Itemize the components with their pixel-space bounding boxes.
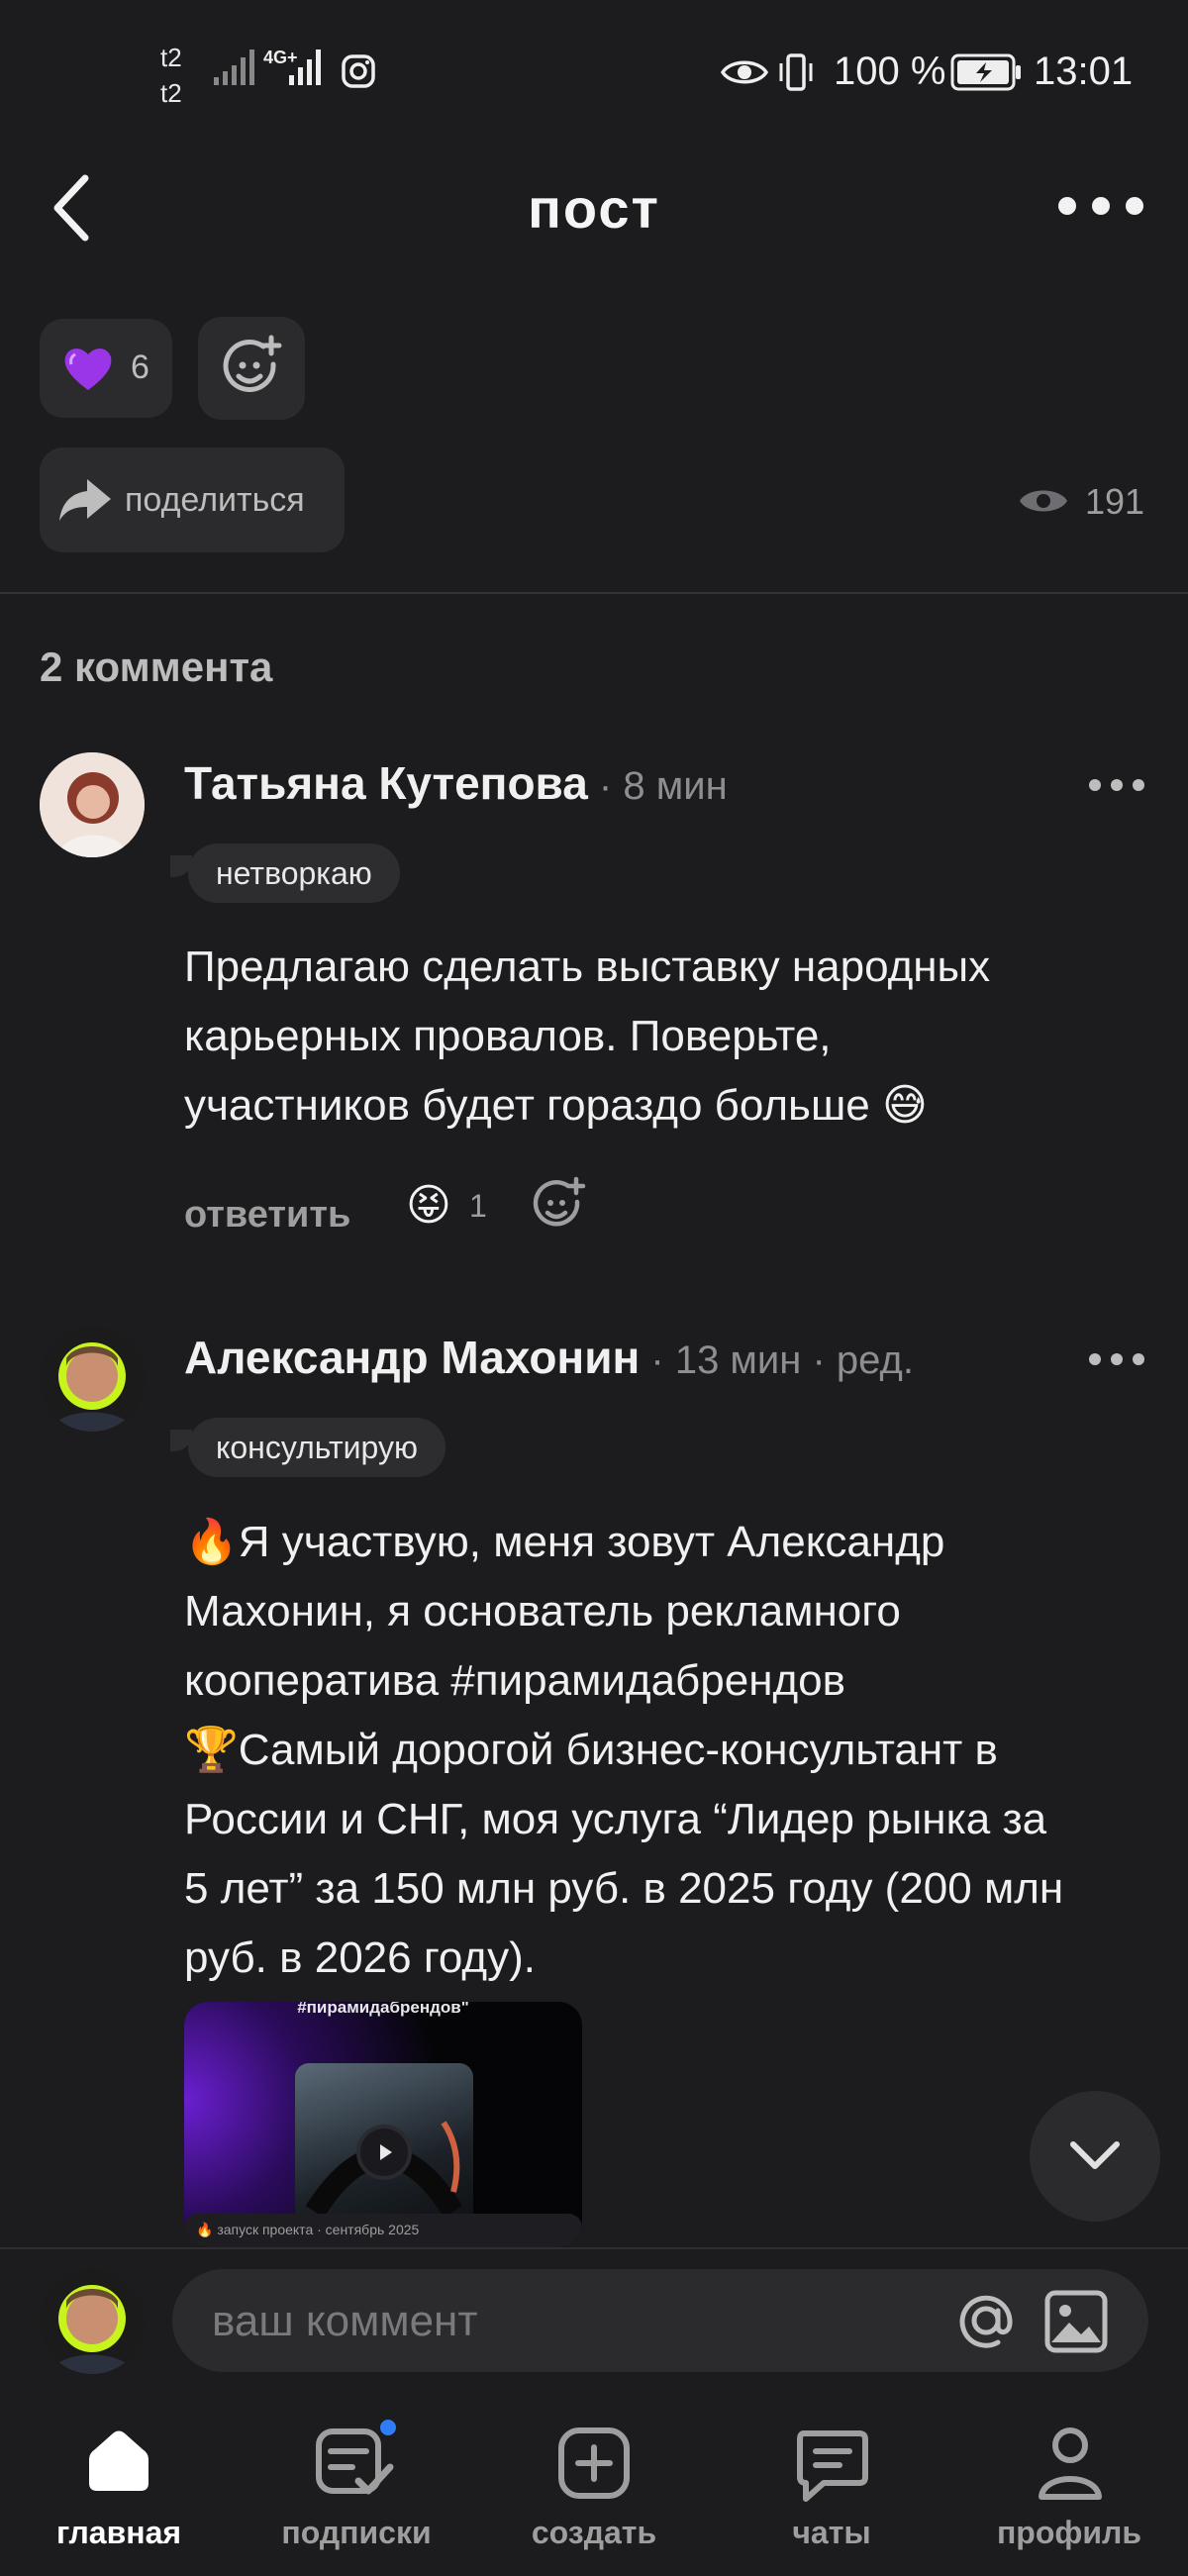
mention-icon[interactable] <box>954 2289 1018 2352</box>
image-caption-top: #пирамидабрендов" <box>297 2002 469 2017</box>
comment-line: 5 лет” за 150 млн руб. в 2025 году (200 … <box>184 1864 1064 1913</box>
views-eye-icon <box>1020 490 1067 512</box>
my-avatar[interactable] <box>40 2269 145 2374</box>
comment-more-button[interactable] <box>1085 1344 1148 1374</box>
comment-line: участников будет гораздо больше 😅 <box>184 1081 928 1130</box>
carrier-1: t2 <box>160 43 182 72</box>
add-reaction-button[interactable] <box>198 317 305 420</box>
comment-time: · 8 мин <box>587 764 728 808</box>
more-horizontal-icon <box>1089 1353 1144 1365</box>
comment-input[interactable]: ваш коммент <box>172 2269 1148 2372</box>
add-emoji-icon[interactable] <box>531 1176 588 1234</box>
comment-time: · 13 мин · ред. <box>640 1338 914 1382</box>
comment-reaction-button[interactable]: 😝 1 <box>406 1176 505 1236</box>
reaction-count: 1 <box>469 1188 487 1224</box>
chevron-down-icon <box>1070 2141 1120 2169</box>
comment-input-placeholder: ваш коммент <box>212 2297 478 2345</box>
signal-icon-2 <box>289 50 321 85</box>
status-bar: t2 t2 4G+ 100 % 13:01 <box>0 0 1188 149</box>
nav-label: чаты <box>792 2515 871 2550</box>
avatar-photo <box>40 752 145 857</box>
create-icon <box>558 2427 630 2499</box>
comment-line: кооператива #пирамидабрендов <box>184 1656 846 1705</box>
scroll-down-button[interactable] <box>1030 2091 1160 2222</box>
instagram-icon <box>342 54 375 88</box>
comment-text: Предлагаю сделать выставку народных карь… <box>184 933 1154 1140</box>
battery-percent: 100 % <box>834 50 946 93</box>
heart-reaction-button[interactable]: 6 <box>40 319 172 418</box>
comment-line: России и СНГ, моя услуга “Лидер рынка за <box>184 1795 1047 1843</box>
subscriptions-icon <box>316 2420 396 2495</box>
more-options-button[interactable] <box>1049 178 1148 238</box>
section-divider <box>0 592 1188 594</box>
purple-heart-icon <box>64 348 112 390</box>
profile-icon <box>1039 2427 1102 2500</box>
status-tag: нетворкаю <box>188 843 400 903</box>
more-horizontal-icon <box>1058 197 1143 215</box>
comment-image[interactable]: #пирамидабрендов" 🔥 запуск проекта · сен… <box>184 2002 582 2247</box>
nav-label: главная <box>55 2515 182 2550</box>
nav-label: профиль <box>996 2515 1142 2550</box>
avatar[interactable] <box>40 1327 145 1432</box>
reply-button[interactable]: ответить <box>184 1194 350 1237</box>
more-horizontal-icon <box>1089 779 1144 791</box>
vibrate-icon <box>779 53 813 91</box>
comment-line: Предлагаю сделать выставку народных <box>184 942 991 991</box>
comment-author[interactable]: Александр Махонин · 13 мин · ред. <box>184 1331 914 1384</box>
page-title: пост <box>528 177 660 240</box>
comment-line: Махонин, я основатель рекламного <box>184 1587 901 1635</box>
comment-line: 🔥Я участвую, меня зовут Александр <box>184 1518 945 1566</box>
nav-label: подписки <box>281 2515 432 2550</box>
avatar[interactable] <box>40 752 145 857</box>
steering-wheel-icon <box>305 2121 463 2218</box>
comments-count-title: 2 коммента <box>40 644 273 690</box>
image-attach-icon[interactable] <box>1043 2289 1109 2354</box>
eye-icon <box>721 60 768 84</box>
share-button[interactable]: поделиться <box>40 447 345 552</box>
battery-icon <box>950 53 1021 91</box>
avatar-photo <box>40 1327 145 1432</box>
signal-icon <box>214 50 254 85</box>
carrier-2: t2 <box>160 78 182 108</box>
share-arrow-icon <box>59 479 111 521</box>
heart-count: 6 <box>131 348 149 386</box>
comment-line: руб. в 2026 году). <box>184 1933 536 1982</box>
grinning-emoji-icon: 😝 <box>406 1181 451 1230</box>
video-thumbnail[interactable] <box>295 2063 473 2231</box>
share-label: поделиться <box>125 481 305 519</box>
image-caption-bottom: 🔥 запуск проекта · сентябрь 2025 <box>196 2222 420 2237</box>
add-emoji-icon <box>223 335 282 392</box>
home-icon <box>89 2430 148 2491</box>
comment-line: 🏆Самый дорогой бизнес-консультант в <box>184 1726 998 1774</box>
status-tag: консультирую <box>188 1418 446 1477</box>
comment-author[interactable]: Татьяна Кутепова · 8 мин <box>184 756 728 810</box>
nav-label: создать <box>531 2515 657 2550</box>
comment-line: карьерных провалов. Поверьте, <box>184 1012 832 1060</box>
avatar-photo <box>40 2269 145 2374</box>
author-name[interactable]: Александр Махонин <box>184 1332 640 1383</box>
comment-more-button[interactable] <box>1085 770 1148 800</box>
clock: 13:01 <box>1034 50 1134 93</box>
views-count: 191 <box>1085 481 1145 522</box>
author-name[interactable]: Татьяна Кутепова <box>184 757 588 809</box>
chats-icon <box>797 2430 868 2502</box>
carrier-label: t2 t2 <box>160 40 182 111</box>
comment-text: 🔥Я участвую, меня зовут Александр Махони… <box>184 1508 1154 1993</box>
